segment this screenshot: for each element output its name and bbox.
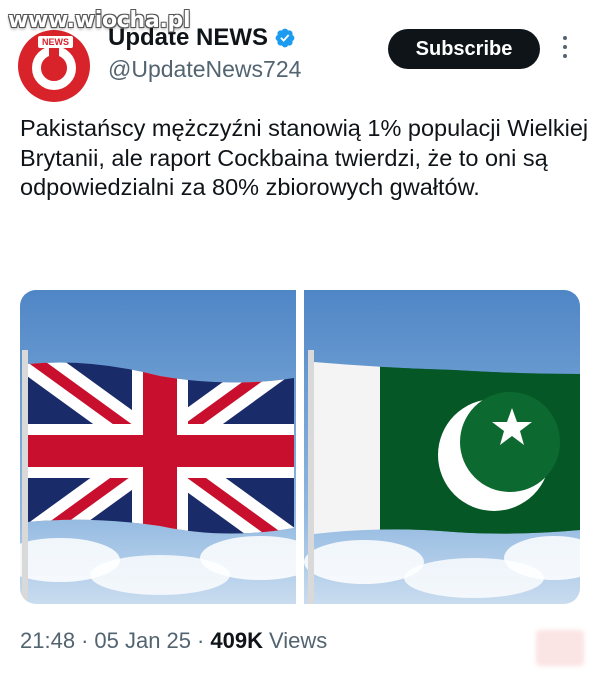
tweet-date[interactable]: 05 Jan 25 xyxy=(94,628,191,654)
more-options-icon[interactable] xyxy=(558,36,572,62)
uk-flag-image xyxy=(20,290,296,604)
views-label: Views xyxy=(268,628,328,653)
blurred-region xyxy=(536,630,584,666)
pakistan-flag-image xyxy=(304,290,580,604)
avatar-tag: NEWS xyxy=(38,36,73,48)
watermark: www.wiocha.pl xyxy=(8,8,191,33)
media-gallery xyxy=(20,290,580,604)
avatar[interactable]: NEWS xyxy=(18,30,90,102)
media-image-uk-flag[interactable] xyxy=(20,290,296,604)
author-handle[interactable]: @UpdateNews724 xyxy=(108,56,301,83)
meta-separator: · xyxy=(81,628,89,653)
verified-badge-icon xyxy=(275,28,295,48)
tweet-time[interactable]: 21:48 xyxy=(20,628,75,654)
tweet-meta: 21:48 · 05 Jan 25 · 409K Views xyxy=(20,628,327,654)
media-image-pakistan-flag[interactable] xyxy=(304,290,580,604)
subscribe-button[interactable]: Subscribe xyxy=(388,29,540,69)
tweet-text: Pakistańscy mężczyźni stanowią 1% popula… xyxy=(20,115,589,200)
meta-separator: · xyxy=(197,628,205,653)
views-count: 409K xyxy=(210,628,263,653)
